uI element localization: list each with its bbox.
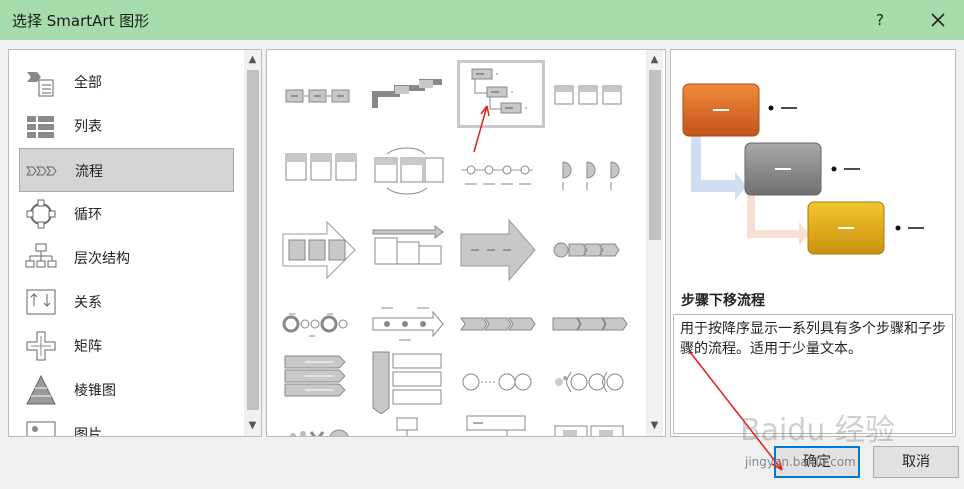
category-label: 图片 bbox=[74, 427, 102, 437]
layout-thumbnail[interactable] bbox=[367, 292, 447, 356]
category-item-process[interactable]: 流程 bbox=[19, 148, 234, 192]
hierarchy-icon bbox=[25, 243, 57, 268]
connector-arrow bbox=[691, 136, 747, 200]
scroll-down-icon[interactable]: ▼ bbox=[244, 418, 261, 434]
layout-thumbnail[interactable] bbox=[549, 218, 629, 282]
layout-thumbnail[interactable] bbox=[367, 142, 447, 206]
gallery-scrollbar[interactable]: ▲ ▼ bbox=[646, 50, 663, 436]
layout-thumbnail[interactable] bbox=[549, 410, 629, 437]
layout-thumbnail[interactable] bbox=[279, 142, 359, 206]
process-icon bbox=[26, 166, 57, 176]
layout-thumbnail[interactable] bbox=[279, 64, 359, 128]
category-item-cycle[interactable]: 循环 bbox=[19, 192, 234, 236]
watermark-text: jingyan.baidu.com bbox=[745, 455, 856, 469]
layout-title: 步骤下移流程 bbox=[681, 293, 765, 309]
layout-thumbnail[interactable] bbox=[549, 350, 629, 414]
close-icon bbox=[931, 13, 945, 27]
layout-gallery: ▲ ▼ bbox=[266, 49, 666, 437]
close-button[interactable] bbox=[924, 6, 952, 34]
category-item-picture[interactable]: 图片 bbox=[19, 412, 234, 437]
layout-thumbnail[interactable] bbox=[279, 218, 359, 282]
layout-thumbnail[interactable] bbox=[367, 410, 447, 437]
connector-arrow bbox=[747, 194, 809, 246]
category-label: 矩阵 bbox=[74, 339, 102, 355]
scrollbar-thumb[interactable] bbox=[649, 70, 661, 240]
scroll-up-icon[interactable]: ▲ bbox=[646, 52, 663, 68]
layout-thumbnail[interactable] bbox=[549, 142, 629, 206]
scrollbar-thumb[interactable] bbox=[247, 70, 259, 410]
category-item-relationship[interactable]: 关系 bbox=[19, 280, 234, 324]
layout-thumbnail[interactable] bbox=[549, 292, 629, 356]
layout-thumbnail[interactable] bbox=[549, 64, 629, 128]
layout-thumbnail[interactable] bbox=[279, 350, 359, 414]
category-label: 循环 bbox=[74, 207, 102, 223]
category-item-pyramid[interactable]: 棱锥图 bbox=[19, 368, 234, 412]
layout-thumbnail[interactable] bbox=[457, 292, 537, 356]
layout-thumbnail[interactable] bbox=[457, 218, 537, 282]
preview-graphic bbox=[682, 83, 924, 255]
list-icon bbox=[27, 116, 54, 138]
window-title: 选择 SmartArt 图形 bbox=[12, 12, 150, 30]
category-label: 列表 bbox=[74, 119, 102, 135]
pyramid-icon bbox=[26, 374, 56, 405]
layout-thumbnail[interactable] bbox=[457, 350, 537, 414]
category-list: 全部 列表 流程 循环 层次结构 关系 矩阵 棱锥图 图片 ▲ ▼ bbox=[8, 49, 262, 437]
category-scrollbar[interactable]: ▲ ▼ bbox=[244, 50, 261, 436]
layout-thumbnail-selected[interactable] bbox=[457, 60, 545, 128]
category-item-hierarchy[interactable]: 层次结构 bbox=[19, 236, 234, 280]
watermark-logo: Baidu 经验 bbox=[740, 413, 895, 448]
category-item-all[interactable]: 全部 bbox=[19, 60, 234, 104]
layout-thumbnail[interactable] bbox=[457, 142, 537, 206]
category-label: 全部 bbox=[74, 75, 102, 91]
category-item-list[interactable]: 列表 bbox=[19, 104, 234, 148]
help-button[interactable]: ? bbox=[868, 8, 892, 32]
layout-thumbnail[interactable] bbox=[279, 292, 359, 356]
layout-thumbnail[interactable] bbox=[457, 410, 537, 437]
layout-thumbnail[interactable] bbox=[367, 64, 447, 128]
all-icon bbox=[27, 72, 54, 97]
category-label: 层次结构 bbox=[74, 251, 130, 267]
relationship-icon bbox=[26, 289, 56, 315]
matrix-icon bbox=[26, 331, 56, 361]
cycle-icon bbox=[26, 199, 56, 229]
category-label: 流程 bbox=[75, 164, 103, 180]
category-item-matrix[interactable]: 矩阵 bbox=[19, 324, 234, 368]
category-label: 棱锥图 bbox=[74, 383, 116, 399]
scroll-up-icon[interactable]: ▲ bbox=[244, 52, 261, 68]
layout-thumbnail[interactable] bbox=[279, 410, 359, 437]
category-label: 关系 bbox=[74, 295, 102, 311]
layout-thumbnail[interactable] bbox=[367, 218, 447, 282]
layout-thumbnail[interactable] bbox=[367, 350, 447, 414]
title-bar: 选择 SmartArt 图形 ? bbox=[0, 0, 964, 40]
picture-icon bbox=[26, 421, 56, 436]
preview-pane: 步骤下移流程 用于按降序显示一系列具有多个步骤和子步骤的流程。适用于少量文本。 bbox=[670, 49, 956, 437]
scroll-down-icon[interactable]: ▼ bbox=[646, 418, 663, 434]
